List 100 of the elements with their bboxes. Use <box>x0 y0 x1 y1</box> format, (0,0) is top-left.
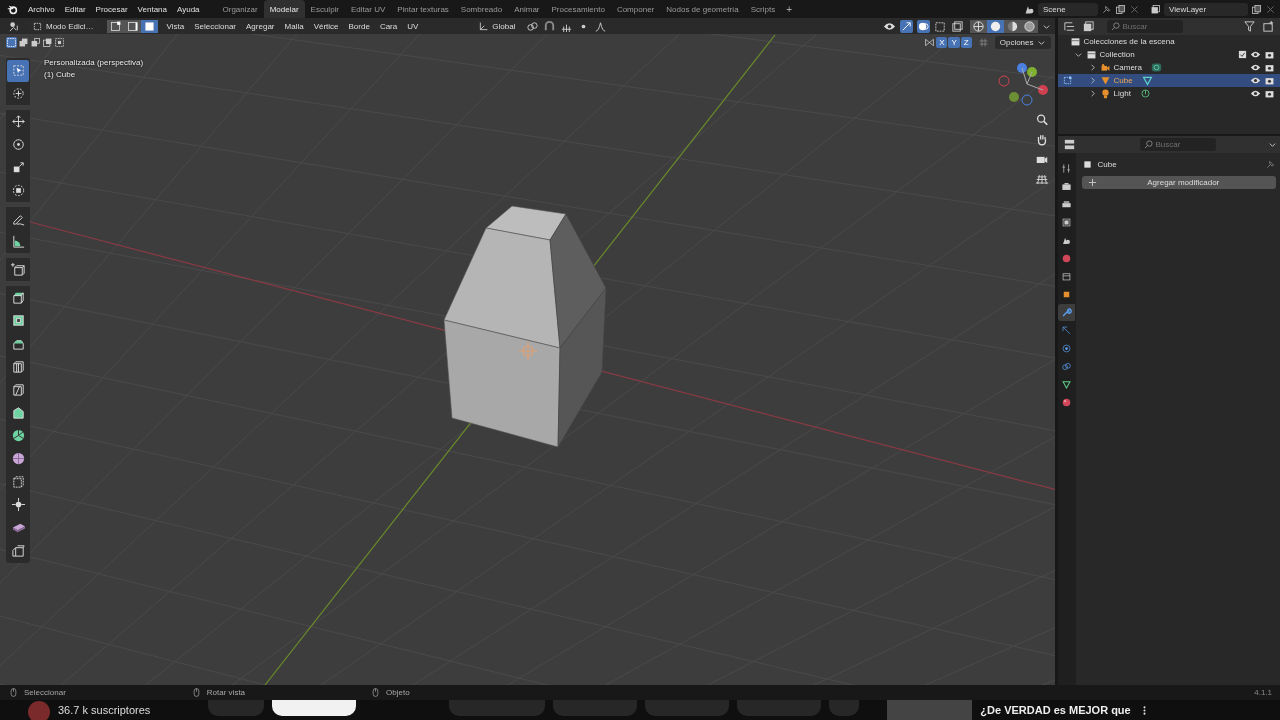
menu-item[interactable]: Seleccionar <box>189 21 242 31</box>
workspace-tab[interactable]: Componer <box>610 0 661 18</box>
cube-plus-icon[interactable] <box>10 262 26 277</box>
search-field[interactable]: Buscar <box>1139 138 1216 151</box>
sphere-icon[interactable] <box>1061 397 1072 408</box>
particles-icon[interactable] <box>1061 325 1072 336</box>
edge-select-icon[interactable] <box>125 19 139 33</box>
image-stack-icon[interactable] <box>1150 3 1161 15</box>
menu-item[interactable]: Archivo <box>23 2 60 16</box>
axis-gizmo-drawing[interactable] <box>998 63 1048 106</box>
cursor-icon[interactable] <box>10 86 26 101</box>
tree-item[interactable]: Colecciones de la escena <box>1083 37 1175 46</box>
workspace-tab[interactable]: Organizar <box>216 0 264 18</box>
image-stack-icon[interactable] <box>1061 217 1072 228</box>
tree-row[interactable]: Cube <box>1057 74 1280 87</box>
material-shading-icon[interactable] <box>1005 19 1019 33</box>
cube-cut-icon[interactable] <box>10 382 26 397</box>
sphere-icon[interactable] <box>10 451 26 466</box>
select-intersect-icon[interactable] <box>54 36 65 48</box>
link-icon[interactable] <box>526 19 540 33</box>
editor-type-icon[interactable] <box>1062 138 1076 151</box>
tree-item-label[interactable]: Cube <box>1113 76 1133 85</box>
image-stack-icon[interactable] <box>1081 20 1095 33</box>
orbit-icon[interactable] <box>1061 343 1072 354</box>
menu-item[interactable]: Ventana <box>132 2 172 16</box>
select-box-icon[interactable] <box>10 63 26 78</box>
box-icon[interactable] <box>1061 271 1072 282</box>
eye-icon[interactable] <box>1250 49 1261 60</box>
data-icon[interactable] <box>1139 88 1151 99</box>
cube-lines-icon[interactable] <box>10 359 26 374</box>
workspace-tab[interactable]: Scripts <box>744 0 782 18</box>
link-icon[interactable] <box>1061 361 1072 372</box>
eye-icon[interactable] <box>1250 62 1261 73</box>
camera-icon[interactable] <box>1264 75 1275 86</box>
cube-icon[interactable] <box>10 290 26 305</box>
transform-icon[interactable] <box>10 183 26 198</box>
filter-icon[interactable] <box>1243 20 1256 33</box>
copy-icon[interactable] <box>1115 3 1126 15</box>
edit-mode-icon[interactable] <box>1061 75 1073 86</box>
tree-item-label[interactable]: Collection <box>1099 50 1135 59</box>
axis-toggle[interactable]: X <box>936 36 948 48</box>
pin-icon[interactable] <box>1101 3 1112 15</box>
menu-item[interactable]: Cara <box>374 21 403 31</box>
wireframe-shading-icon[interactable] <box>971 19 985 33</box>
select-subtract-icon[interactable] <box>30 36 41 48</box>
list-icon[interactable] <box>1062 20 1076 33</box>
grid-icon[interactable] <box>1034 172 1049 187</box>
camera-icon[interactable] <box>1264 49 1275 60</box>
chevron-icon[interactable] <box>1073 50 1083 59</box>
camera-icon[interactable] <box>1264 88 1275 99</box>
search-icon[interactable] <box>1143 140 1153 149</box>
zoom-icon[interactable] <box>1034 112 1049 127</box>
axes-icon[interactable] <box>478 20 490 32</box>
menu-item[interactable]: Procesar <box>90 2 133 16</box>
menu-item[interactable]: Ayuda <box>172 2 205 16</box>
new-collection-icon[interactable] <box>1262 20 1275 33</box>
workspace-tab[interactable]: Pintar texturas <box>391 0 455 18</box>
options-dropdown[interactable]: Opciones <box>994 35 1051 49</box>
select-invert-icon[interactable] <box>42 36 53 48</box>
eye-icon[interactable] <box>1250 88 1261 99</box>
subscribe-button[interactable] <box>272 700 357 716</box>
scene-field[interactable]: Scene <box>1038 2 1098 16</box>
tree-item-label[interactable]: Camera <box>1113 63 1142 72</box>
mesh-overlay-icon[interactable] <box>933 19 947 33</box>
view-layer-field[interactable]: ViewLayer <box>1164 2 1248 16</box>
menu-item[interactable]: Vértice <box>308 21 344 31</box>
plus-icon[interactable] <box>1087 178 1097 187</box>
select-extend-icon[interactable] <box>18 36 29 48</box>
globe-icon[interactable] <box>1061 253 1072 264</box>
gizmo-toggle-icon[interactable] <box>899 19 913 33</box>
ruler-icon[interactable] <box>10 234 26 249</box>
blender-logo-icon[interactable] <box>7 3 18 15</box>
workspace-tab[interactable]: Editar UV <box>345 0 392 18</box>
select-new-icon[interactable] <box>6 36 17 48</box>
camera-icon[interactable] <box>1264 62 1275 73</box>
inset-icon[interactable] <box>10 313 26 328</box>
rendered-shading-icon[interactable] <box>1022 19 1036 33</box>
camera-back-icon[interactable] <box>1061 181 1072 192</box>
move-icon[interactable] <box>10 497 26 512</box>
video-thumbnail[interactable] <box>887 700 973 720</box>
search-icon[interactable] <box>1110 22 1120 31</box>
tree-row[interactable]: Light <box>1057 87 1280 100</box>
overlay-toggle-icon[interactable] <box>916 19 930 33</box>
magnet-icon[interactable] <box>543 19 557 33</box>
solid-shading-icon[interactable] <box>988 19 1002 33</box>
pin-icon[interactable] <box>1265 158 1276 170</box>
menu-item[interactable]: Vista <box>161 21 190 31</box>
square-icon[interactable] <box>1061 289 1072 300</box>
dashed-square-icon[interactable] <box>32 20 43 32</box>
video-title[interactable]: ¿De VERDAD es MEJOR que <box>980 704 1131 716</box>
rotate-icon[interactable] <box>10 137 26 152</box>
wrench-icon[interactable] <box>1061 307 1072 318</box>
eye-icon[interactable] <box>1250 75 1261 86</box>
cube-icon[interactable] <box>10 474 26 489</box>
vertex-select-icon[interactable] <box>108 19 122 33</box>
tree-item-label[interactable]: Light <box>1113 89 1131 98</box>
butterfly-icon[interactable] <box>924 36 936 48</box>
add-modifier-button[interactable]: Agregar modificador <box>1081 176 1276 189</box>
data-icon[interactable] <box>1150 62 1162 73</box>
copy-icon[interactable] <box>1251 3 1262 15</box>
